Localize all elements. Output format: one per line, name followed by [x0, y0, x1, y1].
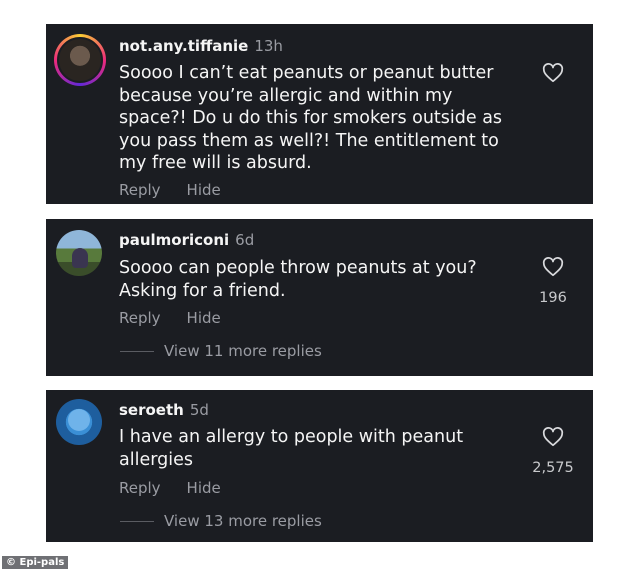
timestamp: 6d	[235, 231, 255, 249]
heart-outline-icon[interactable]	[542, 256, 564, 278]
divider	[120, 521, 154, 522]
reply-button[interactable]: Reply	[119, 181, 161, 199]
avatar[interactable]	[56, 230, 102, 276]
avatar[interactable]	[54, 34, 106, 86]
view-replies-label: View 13 more replies	[164, 512, 322, 530]
comment-card: not.any.tiffanie 13h Soooo I can’t eat pe…	[46, 24, 593, 204]
view-replies-label: View 11 more replies	[164, 342, 322, 360]
divider	[120, 351, 154, 352]
heart-outline-icon[interactable]	[542, 426, 564, 448]
username[interactable]: not.any.tiffanie	[119, 37, 248, 55]
avatar[interactable]	[56, 399, 102, 445]
hide-button[interactable]: Hide	[187, 309, 221, 327]
username[interactable]: paulmoriconi	[119, 231, 229, 249]
timestamp: 13h	[254, 37, 283, 55]
view-replies-link[interactable]: View 11 more replies	[120, 342, 322, 360]
comment-card: seroeth 5d I have an allergy to people wi…	[46, 390, 593, 542]
hide-button[interactable]: Hide	[187, 181, 221, 199]
image-credit: © Epi-pals	[2, 556, 69, 569]
like-count: 2,575	[532, 460, 574, 476]
timestamp: 5d	[189, 401, 209, 419]
heart-outline-icon[interactable]	[542, 62, 564, 84]
comment-text: Soooo I can’t eat peanuts or peanut butt…	[119, 63, 503, 173]
username[interactable]: seroeth	[119, 401, 184, 419]
reply-button[interactable]: Reply	[119, 309, 161, 327]
like-count: 196	[539, 290, 567, 306]
reply-button[interactable]: Reply	[119, 479, 161, 497]
view-replies-link[interactable]: View 13 more replies	[120, 512, 322, 530]
comment-text: Soooo can people throw peanuts at you? A…	[119, 258, 477, 301]
hide-button[interactable]: Hide	[187, 479, 221, 497]
comment-text: I have an allergy to people with peanut …	[119, 427, 464, 470]
credit-label: Epi-pals	[19, 557, 65, 568]
comment-card: paulmoriconi 6d Soooo can people throw pe…	[46, 219, 593, 376]
